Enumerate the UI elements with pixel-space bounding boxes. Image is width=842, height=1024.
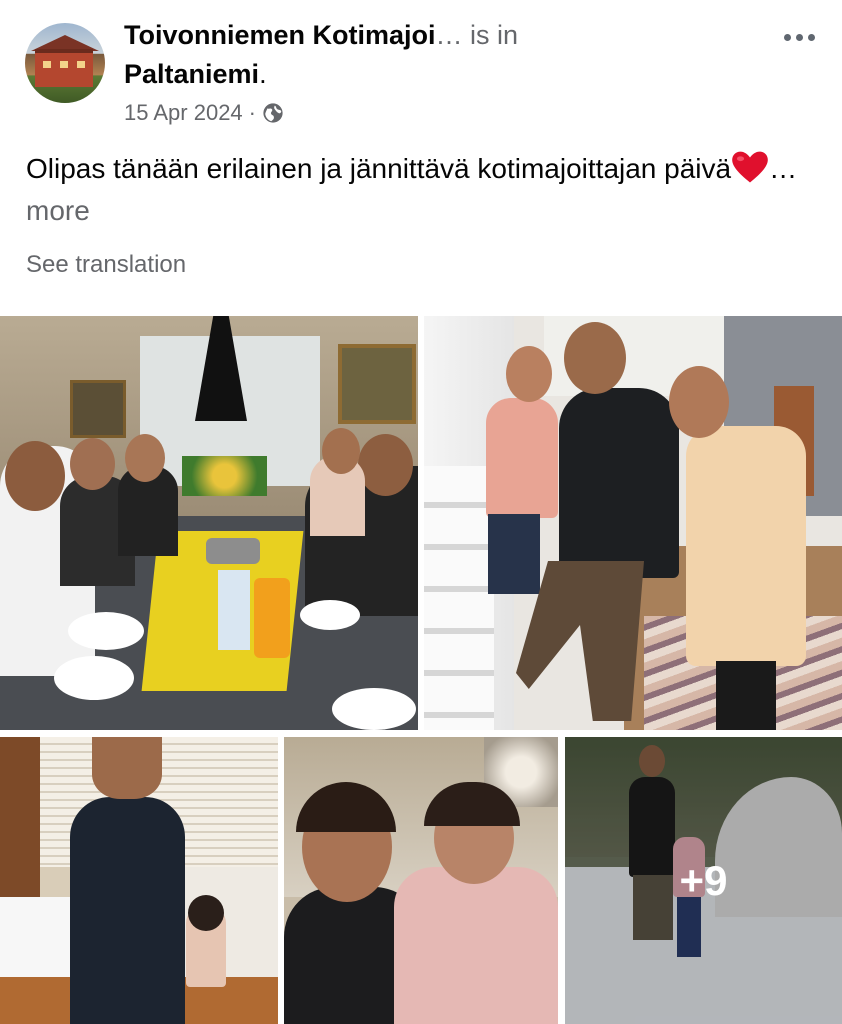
photo-woman-legs [716,661,776,730]
dot [783,33,791,41]
photo-painting [338,344,416,424]
photo-plate [332,688,416,730]
photo-person-face [358,434,413,496]
place-line: Paltaniemi. [124,57,267,91]
photo-child [486,398,558,518]
post-text: Olipas tänään erilainen ja jännittävä ko… [26,148,816,232]
post-header: Toivonniemen Kotimajoi… is in Paltaniemi… [0,0,842,140]
see-translation-link[interactable]: See translation [26,251,186,279]
photo-milk-carton [218,570,250,650]
photo-plate [300,600,360,630]
red-heart-icon [732,151,768,183]
photo-steps [424,466,494,730]
author-line: Toivonniemen Kotimajoi… is in [124,18,518,52]
author-name[interactable]: Toivonniemen Kotimajoi [124,20,436,50]
more-ellipsis: … [769,153,798,184]
globe-icon [263,103,283,123]
photo-person-face [322,428,360,474]
is-in-text: is in [462,20,519,50]
photo-kitchen[interactable] [0,737,278,1024]
photo-man-face [564,322,626,394]
photo-child-face [506,346,552,402]
photo-woman [686,426,806,666]
photo-woman [70,797,185,1024]
photo-child-hair [188,895,224,931]
place-period: . [259,59,267,89]
photo-woman-face [92,737,162,799]
photo-dinner-table[interactable] [0,316,418,730]
avatar-window [43,61,51,68]
photo-juice-jug [254,578,290,658]
dot [795,33,803,41]
page-avatar[interactable] [25,23,105,103]
photo-child-legs [488,514,540,594]
avatar-house [35,49,93,87]
photo-plate [54,656,134,700]
more-photos-count: +9 [679,856,728,904]
meta-separator: · [248,100,256,125]
author-ellipsis: … [435,20,463,50]
avatar-window [60,61,68,68]
photo-toddler [394,867,558,1024]
photo-pot [206,538,260,564]
dot [807,33,815,41]
photo-flowers [182,456,267,496]
more-options-icon[interactable] [780,26,818,48]
post-meta: 15 Apr 2024 · [124,100,284,126]
photo-stairs-group[interactable] [424,316,842,730]
photo-plate [68,612,144,650]
post-date[interactable]: 15 Apr 2024 [124,100,243,126]
photo-man [559,388,679,578]
photo-woman-face [669,366,729,438]
photo-person-face [70,438,115,490]
post-body: Olipas tänään erilainen ja jännittävä ko… [26,153,732,184]
place-link[interactable]: Paltaniemi [124,59,259,89]
avatar-window [77,61,85,68]
photo-painting [70,380,126,438]
photo-woman-toddler[interactable] [284,737,558,1024]
photo-person-face [125,434,165,482]
photo-snow-more[interactable]: +9 [565,737,842,1024]
see-more-link[interactable]: more [26,195,90,226]
photo-person-face [5,441,65,511]
more-photos-overlay[interactable]: +9 [565,737,842,1024]
